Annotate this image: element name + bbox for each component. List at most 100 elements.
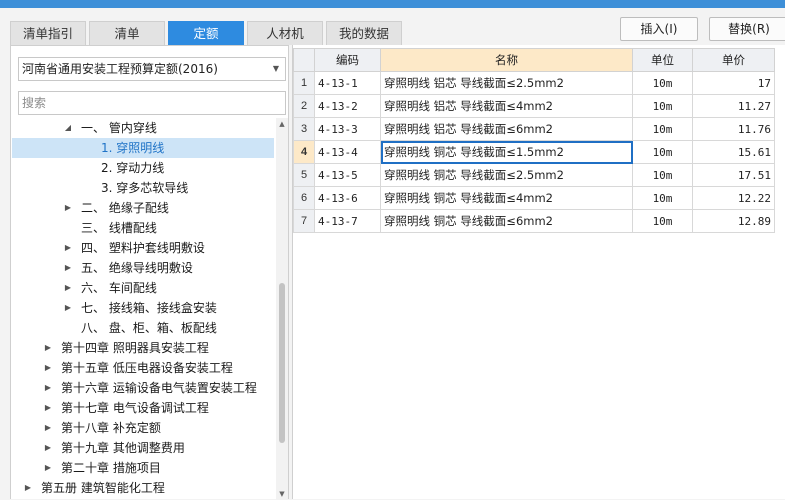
cell-name-focused[interactable]: 穿照明线 铜芯 导线截面≤1.5mm2 — [380, 140, 633, 164]
cell-price[interactable]: 15.61 — [692, 140, 775, 164]
tree-node-chapter-19[interactable]: ▶ 第十九章 其他调整费用 — [12, 438, 274, 458]
tab-quota[interactable]: 定额 — [168, 21, 244, 45]
cell-price[interactable]: 11.27 — [692, 94, 775, 118]
cell-name[interactable]: 穿照明线 铜芯 导线截面≤4mm2 — [380, 186, 633, 210]
collapsed-triangle-icon[interactable]: ▶ — [23, 478, 33, 498]
cell-code[interactable]: 4-13-2 — [314, 94, 381, 118]
collapsed-triangle-icon[interactable]: ▶ — [43, 338, 53, 358]
collapsed-triangle-icon[interactable]: ▶ — [43, 378, 53, 398]
collapsed-triangle-icon[interactable]: ▶ — [43, 358, 53, 378]
cell-unit[interactable]: 10m — [632, 209, 693, 233]
collapsed-triangle-icon[interactable]: ▶ — [63, 198, 73, 218]
tree-scrollbar[interactable]: ▲ ▼ — [276, 118, 288, 500]
collapsed-triangle-icon[interactable]: ▶ — [63, 298, 73, 318]
tree-node-multicore-wire[interactable]: 3. 穿多芯软导线 — [12, 178, 274, 198]
cell-unit[interactable]: 10m — [632, 71, 693, 95]
tree-node-section-4[interactable]: ▶ 四、 塑料护套线明敷设 — [12, 238, 274, 258]
cell-code[interactable]: 4-13-1 — [314, 71, 381, 95]
tree-node-label: 第二十章 措施项目 — [61, 461, 161, 475]
tree-node-lighting-wire[interactable]: 1. 穿照明线 — [12, 138, 274, 158]
cell-name[interactable]: 穿照明线 铜芯 导线截面≤6mm2 — [380, 209, 633, 233]
column-header-code[interactable]: 编码 — [314, 48, 381, 72]
tab-bill[interactable]: 清单 — [89, 21, 165, 45]
cell-unit[interactable]: 10m — [632, 117, 693, 141]
row-number[interactable]: 5 — [293, 163, 315, 187]
tree-node-section-8[interactable]: 八、 盘、柜、箱、板配线 — [12, 318, 274, 338]
tab-bill-guide[interactable]: 清单指引 — [10, 21, 86, 45]
cell-name[interactable]: 穿照明线 铝芯 导线截面≤4mm2 — [380, 94, 633, 118]
cell-price[interactable]: 17 — [692, 71, 775, 95]
cell-unit[interactable]: 10m — [632, 94, 693, 118]
cell-name[interactable]: 穿照明线 铜芯 导线截面≤2.5mm2 — [380, 163, 633, 187]
cell-code[interactable]: 4-13-3 — [314, 117, 381, 141]
tree-node-section-6[interactable]: ▶ 六、 车间配线 — [12, 278, 274, 298]
cell-code[interactable]: 4-13-6 — [314, 186, 381, 210]
table-row[interactable]: 2 4-13-2 穿照明线 铝芯 导线截面≤4mm2 10m 11.27 — [293, 94, 775, 118]
tree-node-label: 1. 穿照明线 — [101, 141, 165, 155]
tree-node-chapter-14[interactable]: ▶ 第十四章 照明器具安装工程 — [12, 338, 274, 358]
quota-library-value: 河南省通用安装工程预算定额(2016) — [22, 62, 218, 76]
table-row[interactable]: 7 4-13-7 穿照明线 铜芯 导线截面≤6mm2 10m 12.89 — [293, 209, 775, 233]
scroll-up-icon[interactable]: ▲ — [276, 118, 288, 130]
tree-node-chapter-16[interactable]: ▶ 第十六章 运输设备电气装置安装工程 — [12, 378, 274, 398]
tree-node-section-3[interactable]: 三、 线槽配线 — [12, 218, 274, 238]
column-header-unit[interactable]: 单位 — [632, 48, 693, 72]
cell-price[interactable]: 11.76 — [692, 117, 775, 141]
collapsed-triangle-icon[interactable]: ▶ — [43, 438, 53, 458]
cell-price[interactable]: 12.22 — [692, 186, 775, 210]
replace-button[interactable]: 替换(R) — [709, 17, 785, 41]
table-row[interactable]: 3 4-13-3 穿照明线 铝芯 导线截面≤6mm2 10m 11.76 — [293, 117, 775, 141]
tree-node-section-2[interactable]: ▶ 二、 绝缘子配线 — [12, 198, 274, 218]
cell-unit[interactable]: 10m — [632, 140, 693, 164]
column-header-price[interactable]: 单价 — [692, 48, 775, 72]
tree-node-chapter-15[interactable]: ▶ 第十五章 低压电器设备安装工程 — [12, 358, 274, 378]
chevron-down-icon[interactable]: ▼ — [273, 58, 279, 80]
row-number[interactable]: 6 — [293, 186, 315, 210]
tab-labor-material-machine[interactable]: 人材机 — [247, 21, 323, 45]
cell-name[interactable]: 穿照明线 铝芯 导线截面≤6mm2 — [380, 117, 633, 141]
corner-header[interactable] — [293, 48, 315, 72]
tree-node-volume-5[interactable]: ▶ 第五册 建筑智能化工程 — [12, 478, 274, 498]
row-number[interactable]: 2 — [293, 94, 315, 118]
table-row[interactable]: 1 4-13-1 穿照明线 铝芯 导线截面≤2.5mm2 10m 17 — [293, 71, 775, 95]
cell-price[interactable]: 12.89 — [692, 209, 775, 233]
column-header-name[interactable]: 名称 — [380, 48, 633, 72]
scrollbar-thumb[interactable] — [279, 283, 285, 443]
tree-node-chapter-17[interactable]: ▶ 第十七章 电气设备调试工程 — [12, 398, 274, 418]
tree-node-section-7[interactable]: ▶ 七、 接线箱、接线盒安装 — [12, 298, 274, 318]
cell-code[interactable]: 4-13-5 — [314, 163, 381, 187]
cell-unit[interactable]: 10m — [632, 186, 693, 210]
collapsed-triangle-icon[interactable]: ▶ — [63, 258, 73, 278]
row-number[interactable]: 3 — [293, 117, 315, 141]
expanded-triangle-icon[interactable]: ◢ — [63, 118, 73, 138]
tab-my-data[interactable]: 我的数据 — [326, 21, 402, 45]
collapsed-triangle-icon[interactable]: ▶ — [63, 278, 73, 298]
scroll-down-icon[interactable]: ▼ — [276, 488, 288, 500]
cell-name[interactable]: 穿照明线 铝芯 导线截面≤2.5mm2 — [380, 71, 633, 95]
tree-node-chapter-18[interactable]: ▶ 第十八章 补充定额 — [12, 418, 274, 438]
row-number[interactable]: 7 — [293, 209, 315, 233]
collapsed-triangle-icon[interactable]: ▶ — [43, 398, 53, 418]
tree-node-chapter-20[interactable]: ▶ 第二十章 措施项目 — [12, 458, 274, 478]
cell-code[interactable]: 4-13-4 — [314, 140, 381, 164]
row-number[interactable]: 1 — [293, 71, 315, 95]
collapsed-triangle-icon[interactable]: ▶ — [43, 458, 53, 478]
table-row[interactable]: 5 4-13-5 穿照明线 铜芯 导线截面≤2.5mm2 10m 17.51 — [293, 163, 775, 187]
tree-node-section-1[interactable]: ◢ 一、 管内穿线 — [12, 118, 274, 138]
quota-tree-panel: 河南省通用安装工程预算定额(2016) ▼ 搜索 ◢ 一、 管内穿线 1. 穿照… — [10, 45, 289, 500]
search-input[interactable]: 搜索 — [18, 91, 286, 115]
insert-button[interactable]: 插入(I) — [620, 17, 698, 41]
cell-price[interactable]: 17.51 — [692, 163, 775, 187]
cell-unit[interactable]: 10m — [632, 163, 693, 187]
cell-code[interactable]: 4-13-7 — [314, 209, 381, 233]
table-row-current[interactable]: 4 4-13-4 穿照明线 铜芯 导线截面≤1.5mm2 10m 15.61 — [293, 140, 775, 164]
tree-node-label: 四、 塑料护套线明敷设 — [81, 241, 205, 255]
tree-node-label: 3. 穿多芯软导线 — [101, 181, 189, 195]
tree-node-section-5[interactable]: ▶ 五、 绝缘导线明敷设 — [12, 258, 274, 278]
collapsed-triangle-icon[interactable]: ▶ — [63, 238, 73, 258]
quota-library-select[interactable]: 河南省通用安装工程预算定额(2016) ▼ — [18, 57, 286, 81]
collapsed-triangle-icon[interactable]: ▶ — [43, 418, 53, 438]
tree-node-power-wire[interactable]: 2. 穿动力线 — [12, 158, 274, 178]
row-number[interactable]: 4 — [293, 140, 315, 164]
table-row[interactable]: 6 4-13-6 穿照明线 铜芯 导线截面≤4mm2 10m 12.22 — [293, 186, 775, 210]
